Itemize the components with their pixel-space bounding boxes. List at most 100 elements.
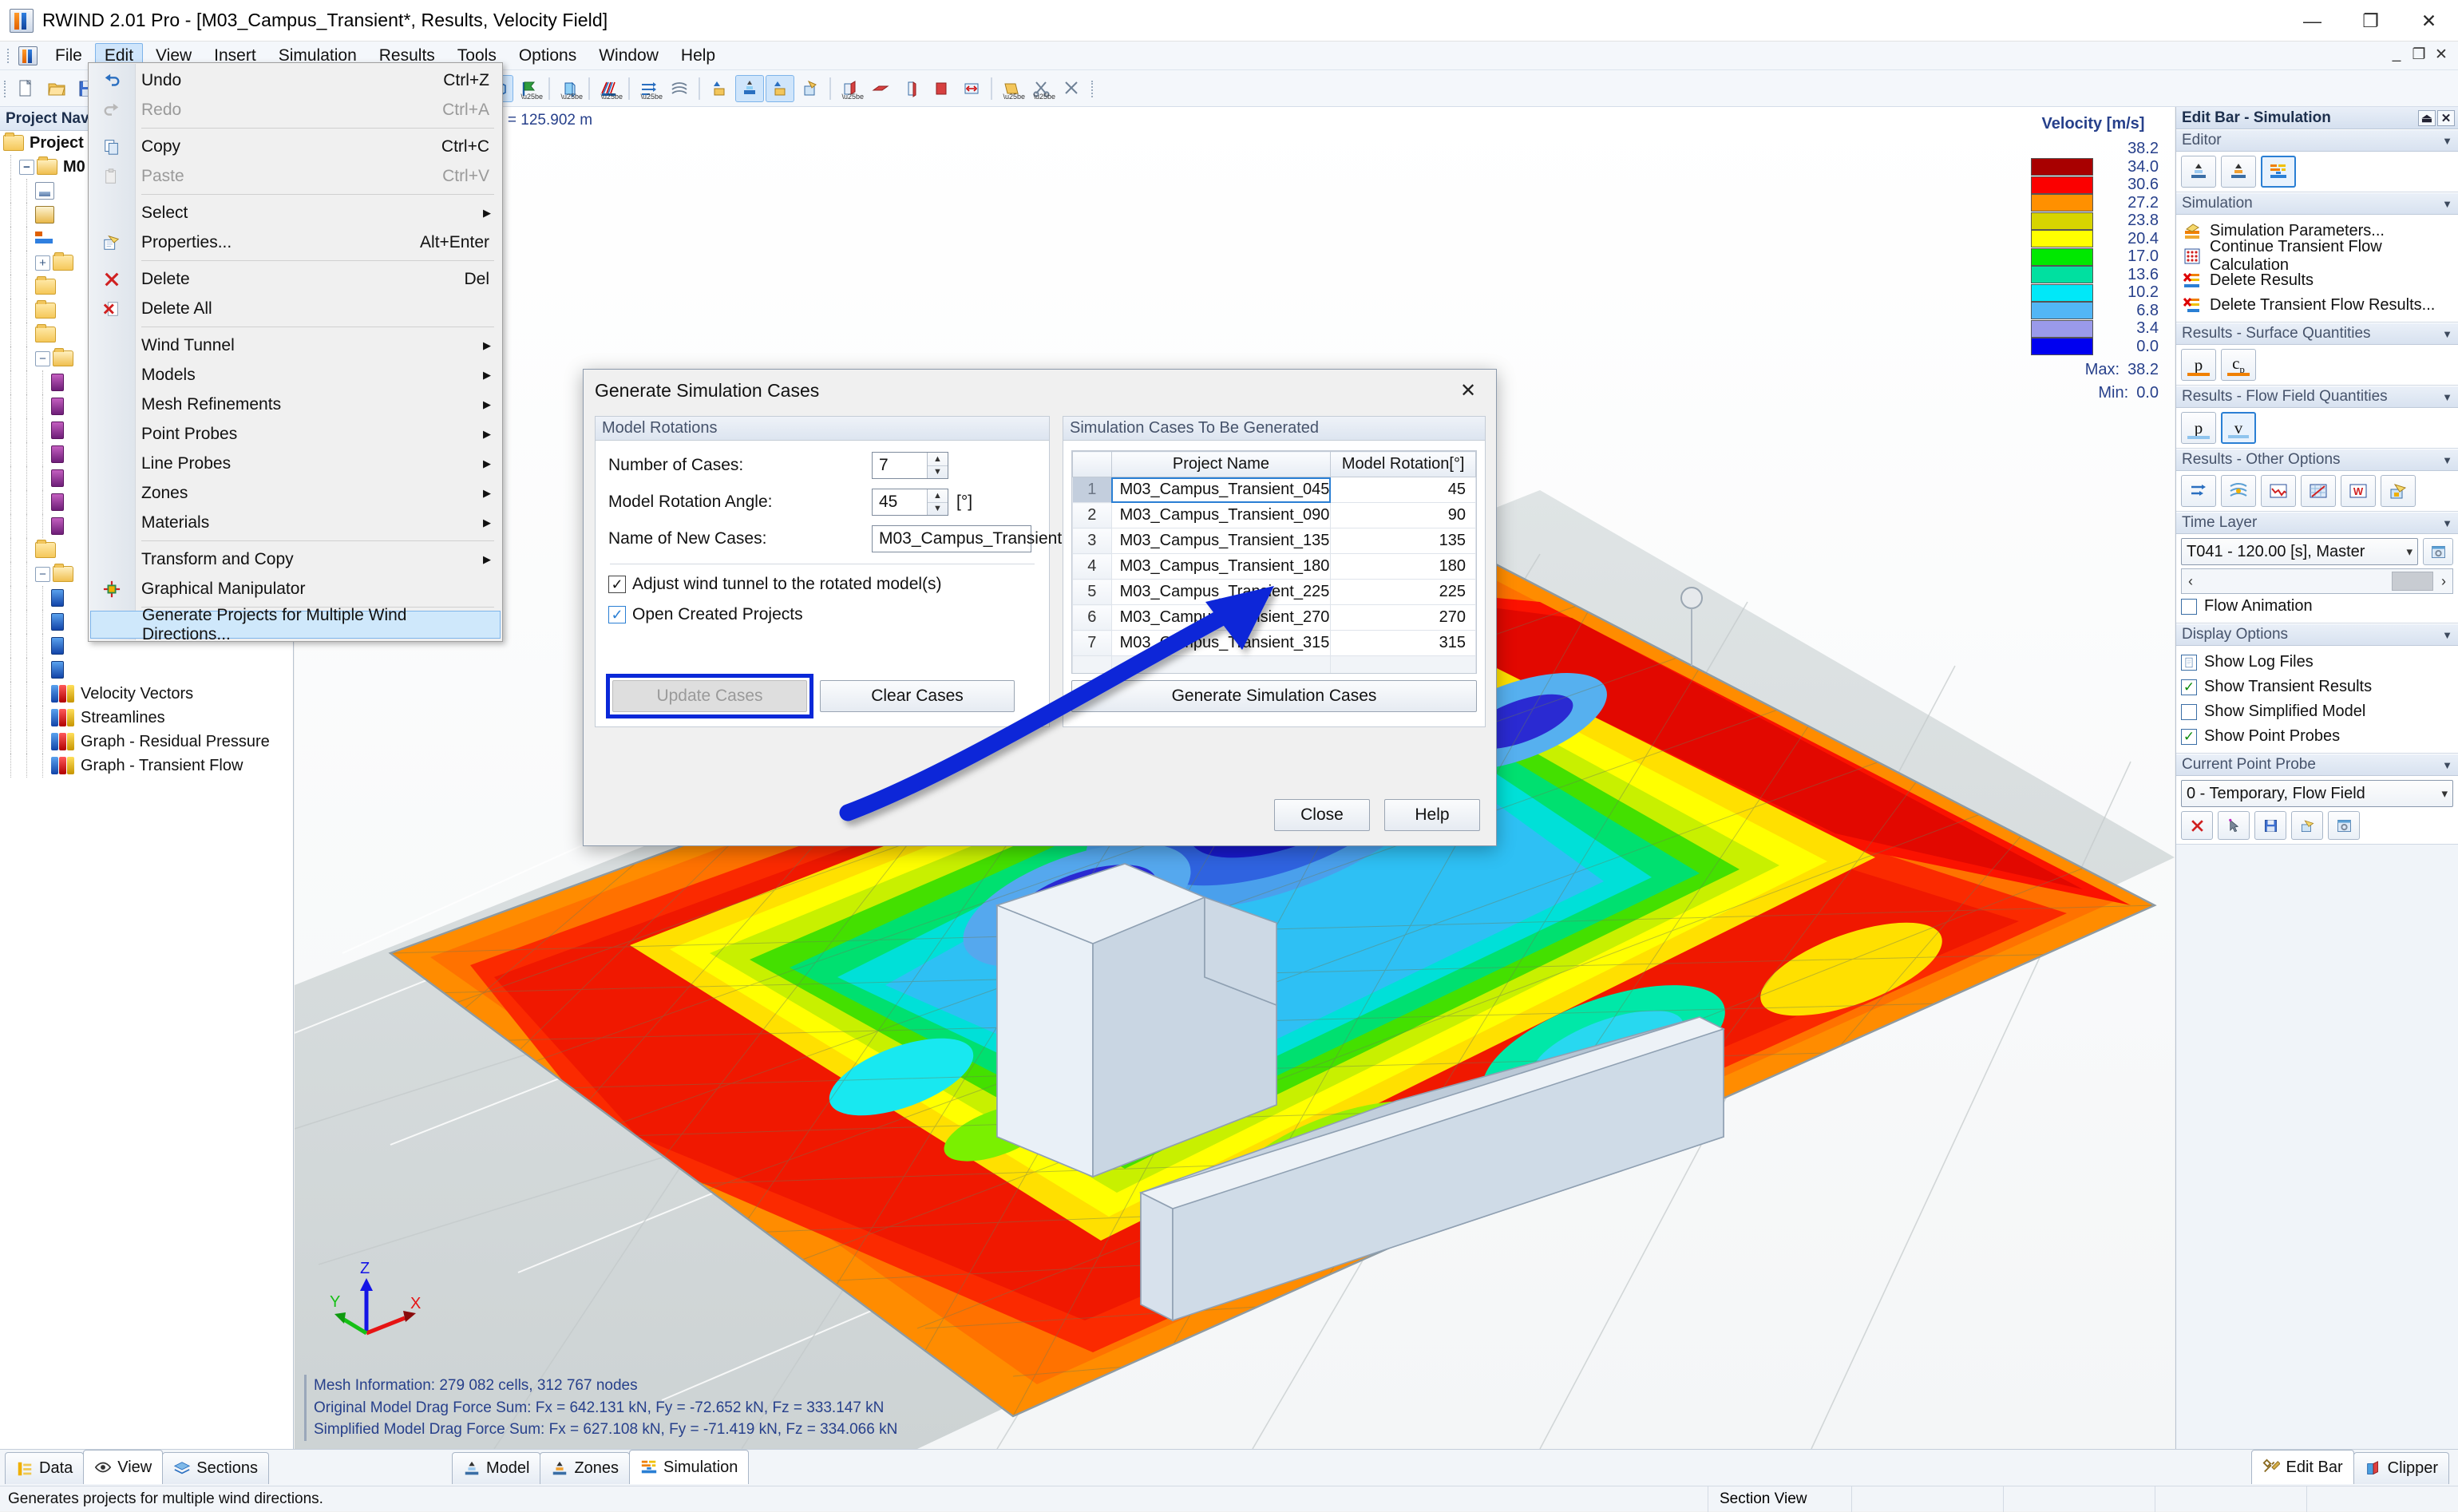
current-point-probe-select[interactable]: 0 - Temporary, Flow Field ▾ — [2181, 780, 2453, 807]
flow-animation-row[interactable]: Flow Animation — [2181, 594, 2453, 619]
table-row[interactable]: 2 M03_Campus_Transient_090 90 — [1072, 502, 1476, 528]
section-header-surface-quantities[interactable]: Results - Surface Quantities ▼ — [2176, 323, 2458, 345]
insert-model-icon[interactable] — [735, 74, 764, 102]
restore-button[interactable]: ❐ — [2341, 0, 2400, 42]
scroll-left-arrow-icon[interactable]: ‹ — [2185, 573, 2196, 590]
table-row[interactable]: 3 M03_Campus_Transient_135 135 — [1072, 528, 1476, 554]
generate-simulation-cases-button[interactable]: Generate Simulation Cases — [1071, 680, 1477, 712]
menu-item-generate-projects-for-multiple-wind-directions[interactable]: Generate Projects for Multiple Wind Dire… — [90, 606, 501, 643]
menu-item-delete[interactable]: Delete Del — [89, 264, 502, 294]
close-icon[interactable]: ✕ — [2437, 109, 2455, 126]
surface-pressure-button[interactable]: p — [2181, 349, 2216, 381]
section-header-flow-field-quantities[interactable]: Results - Flow Field Quantities ▼ — [2176, 386, 2458, 408]
wind-tunnel-icon[interactable]: \u25be — [555, 75, 584, 102]
tab-view[interactable]: View — [83, 1450, 164, 1484]
menu-item-copy[interactable]: Copy Ctrl+C — [89, 132, 502, 161]
table-row[interactable]: 5 M03_Campus_Transient_225 225 — [1072, 579, 1476, 605]
residual-graph-button[interactable] — [2261, 475, 2296, 507]
pin-icon[interactable]: ⏏ — [2418, 109, 2436, 126]
number-of-cases-stepper[interactable]: 7 ▲ ▼ — [872, 452, 948, 479]
chevron-down-icon[interactable]: ▼ — [2442, 454, 2452, 466]
cases-table-container[interactable]: Project Name Model Rotation[°] 1 M03_Camp… — [1071, 450, 1477, 674]
section-header-current-point-probe[interactable]: Current Point Probe ▼ — [2176, 754, 2458, 776]
open-created-projects-checkbox[interactable]: ✓ — [608, 606, 626, 623]
tree-node[interactable]: Graph - Residual Pressure — [0, 730, 293, 754]
chevron-down-icon[interactable]: ▼ — [2442, 629, 2452, 641]
tree-expander[interactable]: − — [35, 350, 50, 366]
mdi-restore-button[interactable]: ❐ — [2409, 44, 2429, 65]
menu-item-models[interactable]: Models ▶ — [89, 360, 502, 390]
row-project-name[interactable]: M03_Campus_Transient_225 — [1110, 579, 1332, 605]
tree-expander[interactable]: + — [35, 255, 50, 271]
result-settings-button[interactable] — [2381, 475, 2416, 507]
mdi-close-button[interactable]: ✕ — [2431, 44, 2452, 65]
menu-item-wind-tunnel[interactable]: Wind Tunnel ▶ — [89, 331, 502, 360]
menu-item-undo[interactable]: Undo Ctrl+Z — [89, 65, 502, 95]
chevron-down-icon[interactable]: ▼ — [2442, 391, 2452, 403]
stepper-down-icon[interactable]: ▼ — [928, 466, 948, 479]
row-project-name[interactable]: M03_Campus_Transient_090 — [1110, 502, 1332, 528]
scissors-alt-icon[interactable] — [1058, 75, 1087, 102]
flow-velocity-button[interactable]: v — [2221, 412, 2256, 444]
tab-sections[interactable]: Sections — [162, 1452, 269, 1484]
number-of-cases-value[interactable]: 7 — [873, 456, 927, 475]
tab-zones[interactable]: Zones — [540, 1452, 631, 1484]
show-point-probes-checkbox[interactable]: ✓ — [2181, 728, 2197, 745]
show-transient-results-checkbox[interactable]: ✓ — [2181, 679, 2197, 695]
name-of-new-cases-input[interactable]: M03_Campus_Transient — [872, 525, 1062, 552]
row-model-rotation[interactable]: 180 — [1330, 553, 1476, 580]
table-row[interactable]: 6 M03_Campus_Transient_270 270 — [1072, 604, 1476, 631]
pick-point-probe-button[interactable] — [2218, 811, 2250, 840]
chevron-down-icon[interactable]: ▼ — [2442, 135, 2452, 147]
show-simplified-model-row[interactable]: Show Simplified Model — [2181, 699, 2453, 724]
toolbar-grip-1[interactable] — [0, 77, 11, 101]
continue-transient-flow-item[interactable]: Continue Transient Flow Calculation — [2181, 238, 2453, 274]
tree-node[interactable]: Streamlines — [0, 706, 293, 730]
menu-item-materials[interactable]: Materials ▶ — [89, 508, 502, 537]
wind-direction-icon[interactable]: \u25be — [515, 75, 544, 102]
section-header-time-layer[interactable]: Time Layer ▼ — [2176, 512, 2458, 534]
section-header-other-options[interactable]: Results - Other Options ▼ — [2176, 449, 2458, 471]
section-header-editor[interactable]: Editor ▼ — [2176, 129, 2458, 152]
point-probe-properties-button[interactable] — [2291, 811, 2323, 840]
menu-item-select[interactable]: Select ▶ — [89, 198, 502, 228]
show-point-probes-row[interactable]: ✓ Show Point Probes — [2181, 724, 2453, 749]
open-created-projects-row[interactable]: ✓ Open Created Projects — [596, 600, 1049, 630]
show-simplified-model-checkbox[interactable] — [2181, 703, 2197, 720]
menu-file[interactable]: File — [46, 43, 92, 69]
dialog-close-icon[interactable]: ✕ — [1451, 376, 1485, 405]
row-project-name[interactable]: M03_Campus_Transient_315 — [1110, 630, 1332, 656]
menu-window[interactable]: Window — [589, 43, 668, 69]
time-layer-select[interactable]: T041 - 120.00 [s], Master ▾ — [2181, 538, 2418, 565]
chevron-down-icon[interactable]: ▼ — [2442, 759, 2452, 771]
delete-point-probe-button[interactable] — [2181, 811, 2213, 840]
row-model-rotation[interactable]: 270 — [1330, 604, 1476, 631]
dialog-help-button[interactable]: Help — [1384, 799, 1480, 831]
streamline-icon[interactable] — [665, 75, 694, 102]
tree-node[interactable]: Velocity Vectors — [0, 682, 293, 706]
scissors-icon[interactable]: \u25be — [1027, 75, 1056, 102]
streamlines-button[interactable] — [2221, 475, 2256, 507]
chevron-down-icon[interactable]: ▼ — [2442, 517, 2452, 529]
export-word-button[interactable]: W — [2341, 475, 2376, 507]
fill-red-icon[interactable] — [927, 75, 956, 102]
table-row[interactable]: 1 M03_Campus_Transient_045 45 — [1072, 477, 1476, 503]
show-log-files-row[interactable]: Show Log Files — [2181, 650, 2453, 675]
delete-transient-results-item[interactable]: Delete Transient Flow Results... — [2181, 293, 2453, 318]
editor-zones-button[interactable] — [2221, 156, 2256, 188]
menu-item-properties[interactable]: Properties... Alt+Enter — [89, 228, 502, 257]
save-point-probe-button[interactable] — [2254, 811, 2286, 840]
tab-model[interactable]: Model — [451, 1452, 541, 1484]
tab-simulation[interactable]: Simulation — [629, 1450, 750, 1484]
line-probe-graph-button[interactable] — [2301, 475, 2336, 507]
dialog-close-button[interactable]: Close — [1274, 799, 1370, 831]
clip-plane-icon[interactable] — [866, 75, 895, 102]
generate-simulation-cases-dialog[interactable]: Generate Simulation Cases ✕ Model Rotati… — [583, 369, 1497, 846]
scroll-right-arrow-icon[interactable]: › — [2438, 573, 2449, 590]
tab-clipper[interactable]: Clipper — [2353, 1452, 2449, 1484]
new-file-icon[interactable] — [12, 75, 41, 102]
flow-pressure-button[interactable]: p — [2181, 412, 2216, 444]
stepper-down-icon[interactable]: ▼ — [928, 503, 948, 516]
menu-item-graphical-manipulator[interactable]: Graphical Manipulator — [89, 574, 502, 604]
row-project-name[interactable]: M03_Campus_Transient_270 — [1110, 604, 1332, 631]
